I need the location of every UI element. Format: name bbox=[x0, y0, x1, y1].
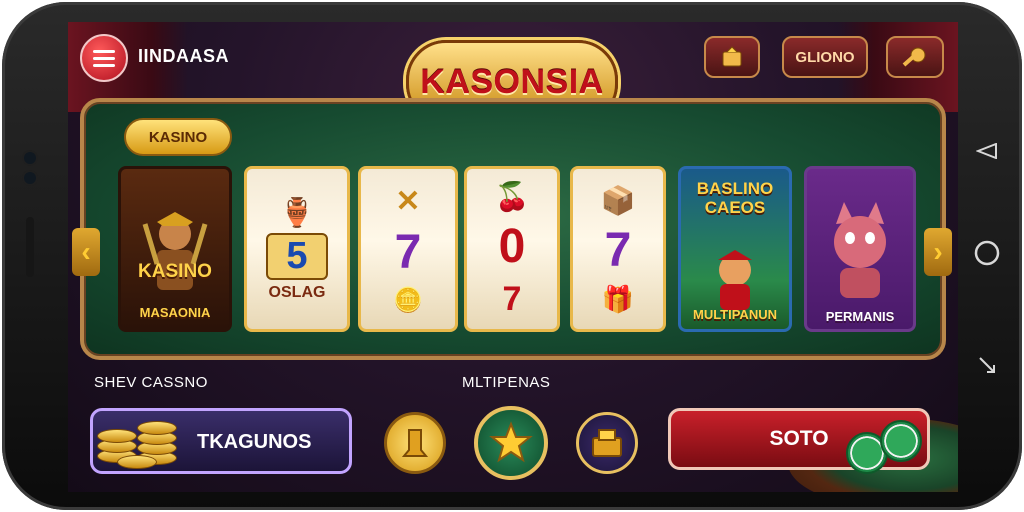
kasino-chip-label[interactable]: KASINO bbox=[124, 118, 232, 156]
cat-icon bbox=[834, 202, 886, 298]
slot-reel-2[interactable]: ✕ 7 🪙 bbox=[358, 166, 458, 332]
gear-icon bbox=[902, 47, 926, 67]
reel-symbol-bottom: OSLAG bbox=[268, 284, 326, 301]
phone-frame: IINDAASA KASONSIA ❧ ✦ ❧ GLIONO KASINO ‹ … bbox=[2, 2, 1022, 510]
sensor-icon bbox=[24, 172, 36, 184]
shop-button[interactable] bbox=[576, 412, 638, 474]
reel-symbol-bottom: 7 bbox=[502, 279, 522, 318]
card-title: KASINO bbox=[138, 261, 212, 282]
game-card-permanis[interactable]: PERMANIS bbox=[804, 166, 916, 332]
reel-symbol-mid: 5 bbox=[266, 233, 328, 280]
prev-arrow-button[interactable]: ‹ bbox=[72, 228, 100, 276]
camera-icon bbox=[24, 152, 36, 164]
slot-reel-4[interactable]: 📦 7 🎁 bbox=[570, 166, 666, 332]
character-icon bbox=[718, 250, 752, 310]
reel-symbol-top: ✕ bbox=[395, 184, 421, 218]
card-subtitle: MULTIPANUN bbox=[692, 307, 777, 322]
reel-symbol-top: 📦 bbox=[600, 184, 636, 216]
card-subtitle: PERMANIS bbox=[825, 309, 895, 324]
recents-nav-icon[interactable] bbox=[970, 348, 1004, 382]
coin-stack-icon bbox=[91, 413, 191, 473]
card-title: BASLINO CAEOS bbox=[696, 179, 774, 217]
reel-symbol-mid: 0 bbox=[498, 219, 526, 273]
settings-button[interactable] bbox=[886, 36, 944, 78]
reel-symbol-mid: 7 bbox=[394, 225, 422, 279]
chest-icon bbox=[592, 429, 622, 457]
reel-symbol-bottom: 🎁 bbox=[601, 283, 635, 314]
slot-reel-1[interactable]: 🏺 5 OSLAG bbox=[244, 166, 350, 332]
bell-button[interactable] bbox=[384, 412, 446, 474]
section-label-left: SHEV CASSNO bbox=[94, 374, 208, 391]
menu-button[interactable] bbox=[80, 34, 128, 82]
game-card-baslino[interactable]: BASLINO CAEOS MULTIPANUN bbox=[678, 166, 792, 332]
reel-symbol-bottom: 🪙 bbox=[393, 286, 423, 314]
crown-icon bbox=[722, 46, 742, 67]
slot-reel-3[interactable]: 🍒 0 7 bbox=[464, 166, 560, 332]
home-nav-icon[interactable] bbox=[970, 236, 1004, 270]
next-arrow-button[interactable]: › bbox=[924, 228, 952, 276]
game-card-kasino[interactable]: KASINO MASAONIA bbox=[118, 166, 232, 332]
speaker-grille bbox=[26, 217, 34, 277]
reel-symbol-top: 🍒 bbox=[494, 180, 530, 212]
back-nav-icon[interactable] bbox=[970, 134, 1004, 168]
game-screen: IINDAASA KASONSIA ❧ ✦ ❧ GLIONO KASINO ‹ … bbox=[68, 22, 958, 492]
gliono-button[interactable]: GLIONO bbox=[782, 36, 868, 78]
coins-button[interactable]: TKAGUNOS bbox=[90, 408, 352, 474]
poker-chip-icon bbox=[880, 420, 922, 462]
bell-icon bbox=[402, 429, 428, 457]
star-icon bbox=[489, 421, 533, 463]
card-subtitle: MASAONIA bbox=[139, 305, 211, 320]
section-label-center: MLTIPENAS bbox=[462, 374, 551, 391]
favorites-button[interactable] bbox=[474, 406, 548, 480]
crown-button[interactable] bbox=[704, 36, 760, 78]
coins-label: TKAGUNOS bbox=[197, 431, 312, 453]
app-name: IINDAASA bbox=[138, 46, 230, 66]
reel-symbol-mid: 7 bbox=[604, 223, 632, 277]
logo-text: KASONSIA bbox=[420, 62, 604, 101]
reel-symbol-top: 🏺 bbox=[279, 197, 315, 228]
